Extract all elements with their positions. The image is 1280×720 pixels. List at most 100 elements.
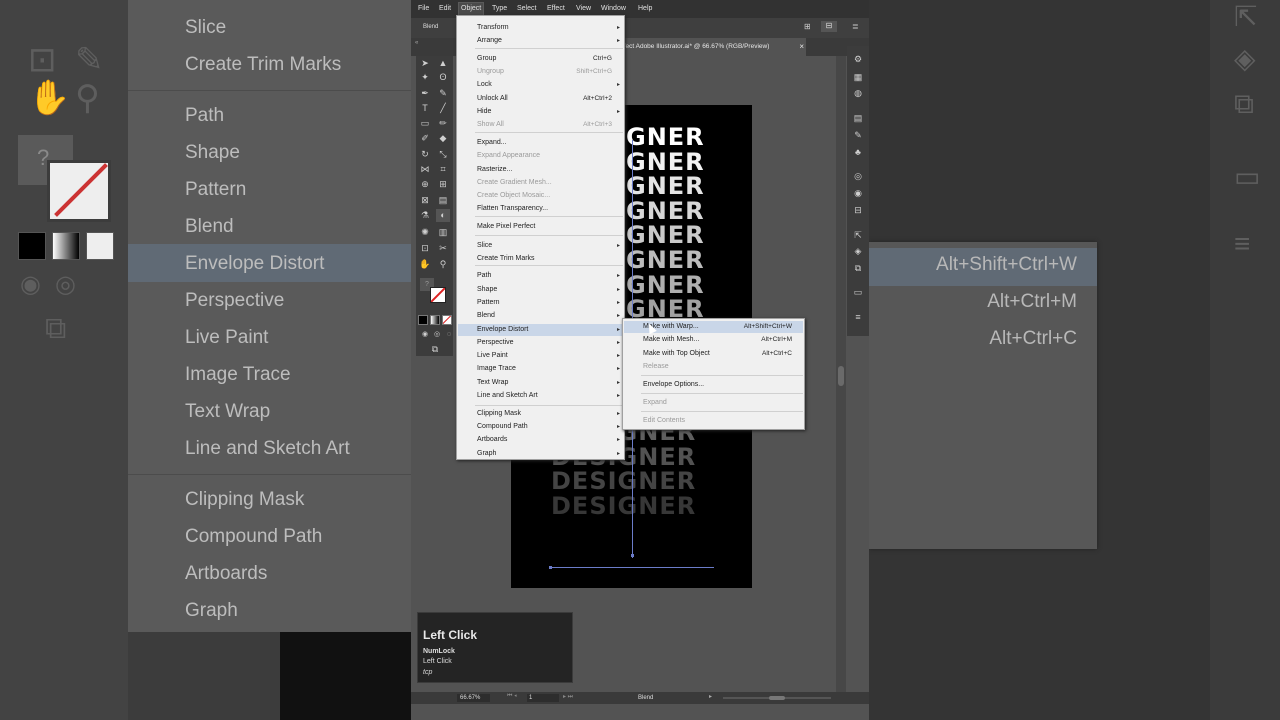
object-menu-item-live-paint[interactable]: Live Paint [477,352,508,359]
menu-type[interactable]: Type [492,5,507,12]
object-menu-item-path[interactable]: Path [477,272,491,279]
object-menu-item-pattern[interactable]: Pattern [477,299,500,306]
graphic-styles-icon[interactable]: ◉ [851,186,865,200]
envelope-item-envelope-options[interactable]: Envelope Options... [643,381,704,388]
gradient-panel-icon[interactable]: ▭ [851,285,865,299]
menu-view[interactable]: View [576,5,591,12]
stroke-swatch[interactable] [430,287,446,303]
curvature-tool-icon[interactable]: ✎ [436,87,450,100]
slice-tool-icon[interactable]: ✂ [436,242,450,255]
object-menu-item-lock[interactable]: Lock [477,81,492,88]
transparency-panel-icon[interactable]: ⊟ [851,203,865,217]
rotate-tool-icon[interactable]: ↻ [418,148,432,161]
paintbrush-tool-icon[interactable]: ✏ [436,117,450,130]
object-menu-item-group[interactable]: Group [477,55,496,62]
object-menu-item-hide[interactable]: Hide [477,108,491,115]
arrange-docs-icon[interactable]: ⊞ [804,22,811,31]
menu-effect[interactable]: Effect [547,5,565,12]
collapse-icon[interactable]: « [415,40,418,46]
properties-panel-icon[interactable]: ⚙ [851,52,865,66]
none-mode-button[interactable] [442,315,452,325]
menu-window[interactable]: Window [601,5,626,12]
artboard-number-field[interactable]: 1 [527,694,559,702]
menu-edit[interactable]: Edit [439,5,451,12]
workspace-icon[interactable]: ⊟ [821,21,837,32]
object-menu-item-create-trim-marks[interactable]: Create Trim Marks [477,255,535,262]
vertical-scrollbar[interactable] [836,56,846,696]
object-menu-item-rasterize[interactable]: Rasterize... [477,166,512,173]
close-tab-icon[interactable]: × [799,38,804,56]
appearance-panel-icon[interactable]: ◎ [851,169,865,183]
magic-wand-tool-icon[interactable]: ✦ [418,71,432,84]
symbol-sprayer-tool-icon[interactable]: ✺ [418,226,432,239]
eyedropper-tool-icon[interactable]: ⚗ [418,209,432,222]
swatches-panel-icon[interactable]: ▤ [851,111,865,125]
object-menu-item-image-trace[interactable]: Image Trace [477,365,516,372]
free-transform-tool-icon[interactable]: ⌗ [436,163,450,176]
horizontal-scrollbar[interactable] [723,696,831,700]
rectangle-tool-icon[interactable]: ▭ [418,117,432,130]
zoom-level-field[interactable]: 66.67% [457,694,490,702]
object-menu-item-graph[interactable]: Graph [477,450,496,457]
object-menu-item-expand[interactable]: Expand... [477,139,507,146]
eraser-tool-icon[interactable]: ◆ [436,132,450,145]
next-artboard-icon[interactable]: ▸ ⏭ [563,693,573,701]
object-menu-item-shape[interactable]: Shape [477,286,497,293]
artboards-panel-icon[interactable]: ⧉ [851,261,865,275]
document-tab[interactable]: ffect Adobe Illustrator.ai* @ 66.67% (RG… [619,38,806,56]
anchor-point[interactable] [631,554,634,557]
selection-tool-icon[interactable]: ➤ [418,57,432,70]
object-menu-item-line-and-sketch-art[interactable]: Line and Sketch Art [477,392,538,399]
object-menu-item-envelope-distort[interactable]: Envelope Distort [477,326,528,333]
shaper-tool-icon[interactable]: ✐ [418,132,432,145]
first-artboard-icon[interactable]: ⏮ ◂ [507,693,517,700]
object-menu-item-flatten-transparency[interactable]: Flatten Transparency... [477,205,548,212]
screen-mode-icon[interactable]: ⧉ [428,343,442,356]
hand-tool-icon[interactable]: ✋ [418,258,432,271]
symbols-panel-icon[interactable]: ♣ [851,145,865,159]
perspective-grid-tool-icon[interactable]: ⊞ [436,178,450,191]
width-tool-icon[interactable]: ⋈ [418,163,432,176]
scale-tool-icon[interactable]: ⤡ [436,148,450,161]
menu-select[interactable]: Select [517,5,536,12]
object-menu-item-slice[interactable]: Slice [477,242,492,249]
line-tool-icon[interactable]: ╱ [436,102,450,115]
color-mode-button[interactable] [418,315,428,325]
object-menu-item-artboards[interactable]: Artboards [477,436,507,443]
pen-tool-icon[interactable]: ✒ [418,87,432,100]
anchor-point[interactable] [549,566,552,569]
object-menu-item-perspective[interactable]: Perspective [477,339,514,346]
blend-tool-icon[interactable]: ◐ [436,209,450,222]
envelope-item-make-with-mesh[interactable]: Make with Mesh... [643,336,699,343]
object-menu-item-clipping-mask[interactable]: Clipping Mask [477,410,521,417]
type-tool-icon[interactable]: T [418,102,432,115]
export-panel-icon[interactable]: ⇱ [851,228,865,242]
object-menu-item-unlock-all[interactable]: Unlock All [477,95,508,102]
libraries-panel-icon[interactable]: ▦ [851,70,865,84]
gradient-tool-icon[interactable]: ▤ [436,194,450,207]
object-menu-item-text-wrap[interactable]: Text Wrap [477,379,508,386]
mesh-tool-icon[interactable]: ⊠ [418,194,432,207]
artboard-tool-icon[interactable]: ⊡ [418,242,432,255]
menu-object[interactable]: Object [457,2,485,16]
column-graph-tool-icon[interactable]: ▥ [436,226,450,239]
status-menu-icon[interactable]: ▸ [709,693,712,700]
color-guide-icon[interactable]: ◍ [851,86,865,100]
lasso-tool-icon[interactable]: ʘ [436,71,450,84]
gradient-mode-button[interactable] [430,315,440,325]
menu-file[interactable]: File [418,5,429,12]
draw-inside-icon[interactable]: ◌ [442,328,456,341]
shape-builder-tool-icon[interactable]: ⊕ [418,178,432,191]
object-menu-item-compound-path[interactable]: Compound Path [477,423,528,430]
object-menu-item-transform[interactable]: Transform [477,24,509,31]
layers-panel-icon[interactable]: ◈ [851,244,865,258]
panel-menu-list-icon[interactable]: ≡ [851,310,865,324]
zoom-tool-icon[interactable]: ⚲ [436,258,450,271]
object-menu-item-arrange[interactable]: Arrange [477,37,502,44]
panel-menu-icon[interactable]: ≣ [852,22,859,31]
object-menu-item-make-pixel-perfect[interactable]: Make Pixel Perfect [477,223,535,230]
brushes-panel-icon[interactable]: ✎ [851,128,865,142]
object-menu-item-blend[interactable]: Blend [477,312,495,319]
menu-help[interactable]: Help [638,5,652,12]
direct-selection-tool-icon[interactable]: ▲ [436,57,450,70]
